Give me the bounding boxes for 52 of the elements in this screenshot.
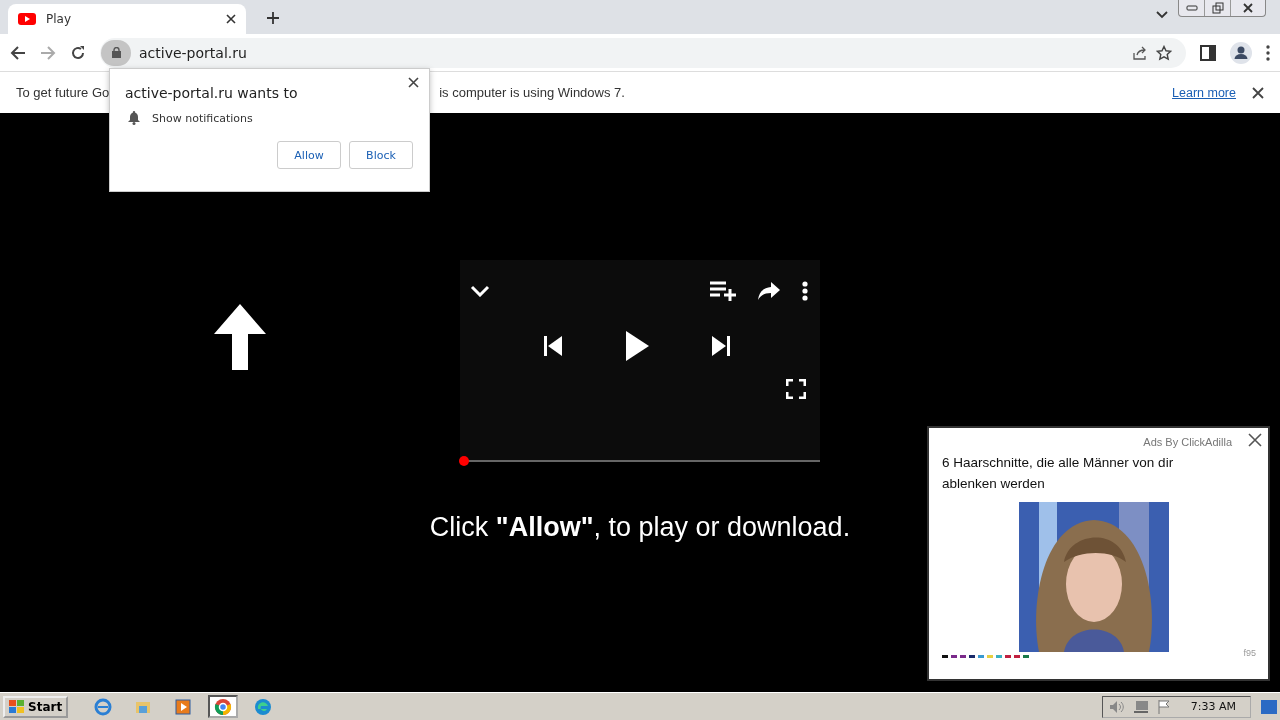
ad-source-text: Ads By ClickAdilla (1143, 436, 1232, 448)
more-icon[interactable] (802, 281, 808, 301)
chrome-icon (214, 697, 233, 716)
info-bar-text: To get future Go (16, 85, 110, 100)
close-icon[interactable] (408, 77, 419, 88)
menu-icon[interactable] (1266, 44, 1270, 61)
close-icon[interactable] (226, 14, 236, 24)
taskbar-app-button[interactable] (208, 695, 239, 718)
learn-more-link[interactable]: Learn more (1172, 85, 1236, 100)
ad-headline[interactable]: 6 Haarschnitte, die alle Männer von dir ablenken werden (942, 452, 1212, 494)
star-icon[interactable] (1156, 44, 1172, 61)
flag-icon (1156, 699, 1171, 714)
clock-text: 7:33 AM (1190, 700, 1236, 713)
previous-icon[interactable] (543, 335, 563, 357)
close-icon[interactable] (1248, 433, 1262, 447)
address-bar[interactable]: active-portal.ru (100, 37, 1186, 68)
bell-icon (128, 111, 140, 125)
reload-icon[interactable] (70, 44, 86, 61)
progress-thumb[interactable] (458, 456, 469, 466)
chevron-down-icon[interactable] (470, 285, 490, 297)
next-icon[interactable] (711, 335, 731, 357)
permission-text: Show notifications (152, 111, 253, 125)
new-tab-icon[interactable] (266, 11, 280, 25)
ad-counter-text: f95 (1243, 648, 1256, 658)
instruction-text: Click "Allow", to play or download. (429, 512, 851, 543)
block-button[interactable]: Block (349, 141, 413, 169)
popup-title: active-portal.ru wants to (125, 85, 299, 101)
lock-icon (101, 39, 131, 66)
video-logo-icon (18, 13, 36, 25)
close-icon[interactable] (1252, 86, 1264, 99)
media-player-icon (174, 697, 193, 716)
allow-button[interactable]: Allow (277, 141, 341, 169)
up-arrow-icon (214, 304, 266, 370)
show-desktop-icon (1261, 699, 1277, 714)
fullscreen-icon[interactable] (786, 379, 806, 399)
profile-icon[interactable] (1230, 41, 1252, 64)
side-panel-icon[interactable] (1200, 44, 1216, 61)
start-button[interactable]: Start (3, 695, 69, 718)
info-bar-text: is computer is using Windows 7. (439, 85, 625, 100)
speaker-icon (1108, 699, 1125, 714)
share-icon[interactable] (1132, 44, 1148, 61)
playlist-add-icon[interactable] (710, 281, 736, 301)
tab-search-icon[interactable] (1156, 11, 1168, 19)
browser-tab[interactable]: Play (8, 4, 246, 34)
edge-icon (254, 697, 273, 716)
url-text: active-portal.ru (139, 44, 248, 61)
back-icon[interactable] (10, 44, 26, 61)
play-icon[interactable] (625, 331, 649, 361)
share-icon[interactable] (758, 282, 780, 300)
network-icon (1132, 699, 1149, 714)
windows-logo-icon (9, 699, 25, 714)
browser-e-icon (94, 697, 113, 716)
